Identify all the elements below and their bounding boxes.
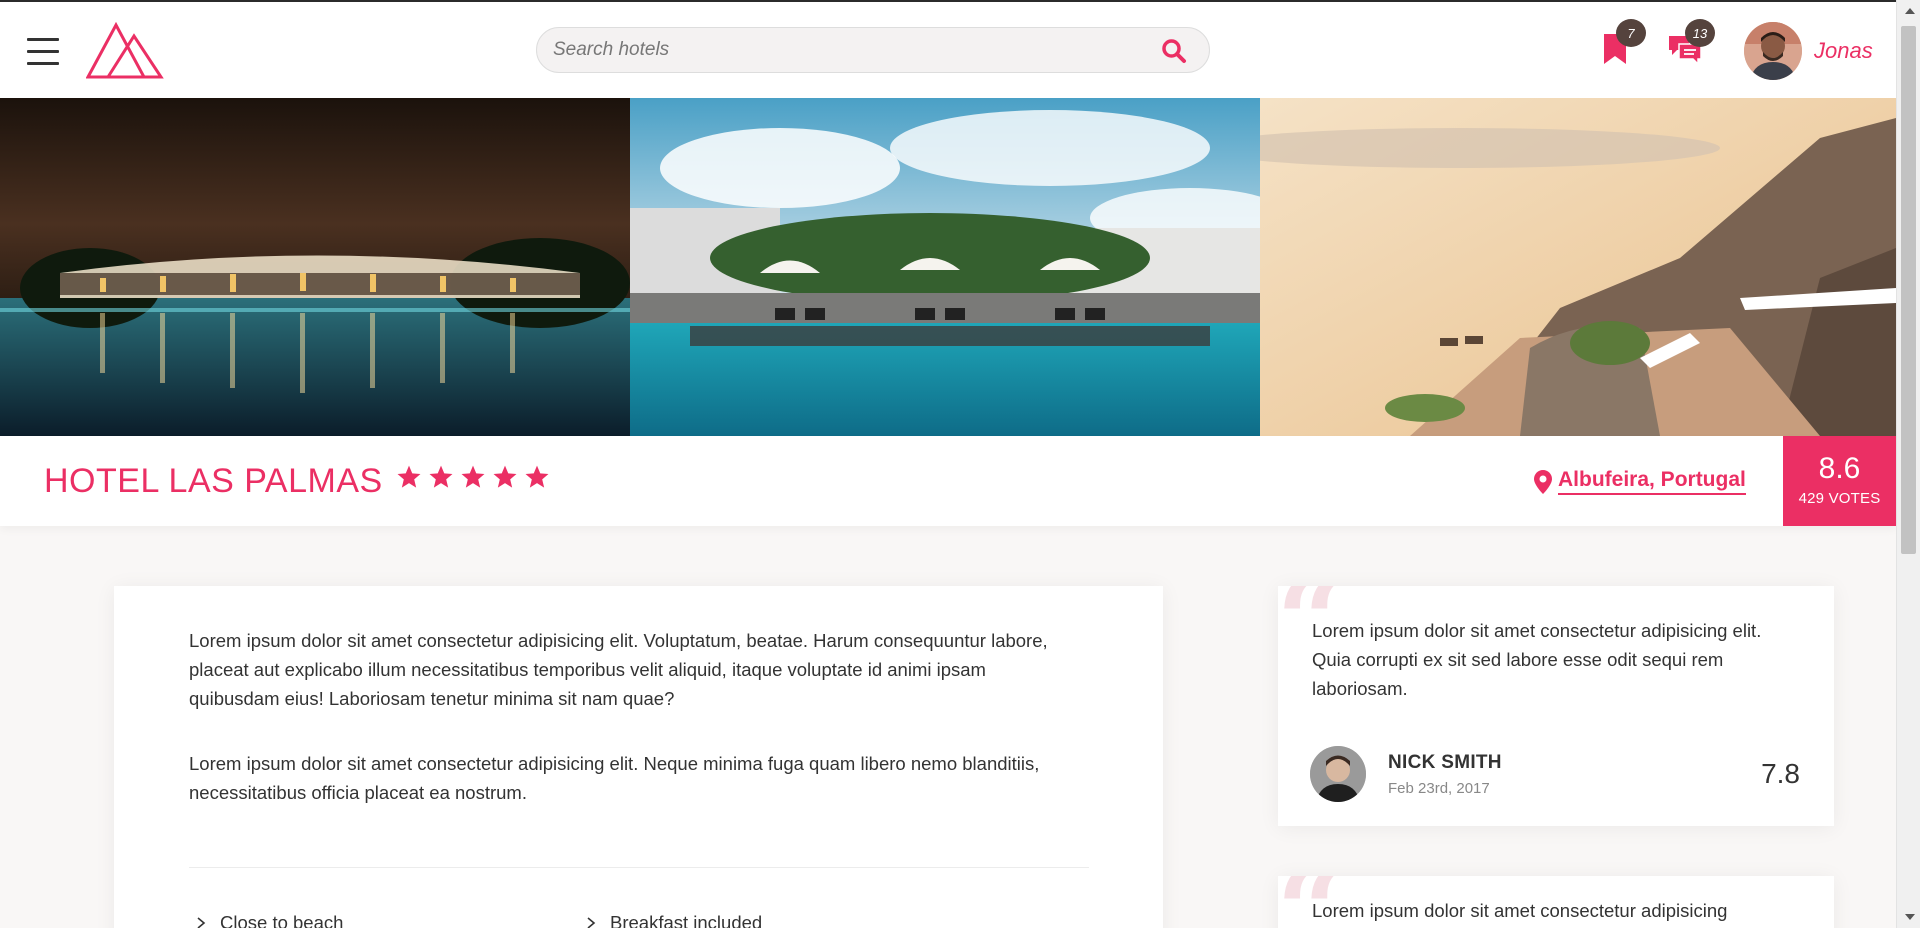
review-card: “ Lorem ipsum dolor sit amet consectetur…	[1278, 876, 1834, 928]
site-header: 7 13 Jonas	[0, 2, 1896, 98]
review-card: “ Lorem ipsum dolor sit amet consectetur…	[1278, 586, 1834, 826]
user-nav[interactable]: Jonas	[1744, 22, 1873, 80]
hotel-description: Lorem ipsum dolor sit amet consectetur a…	[114, 586, 1163, 928]
star-icon	[461, 465, 485, 488]
bookmarks-button[interactable]: 7	[1598, 19, 1646, 72]
user-name: Jonas	[1814, 38, 1873, 63]
hotel-stars	[396, 464, 550, 490]
reviewer-info: NICK SMITH Feb 23rd, 2017	[1388, 752, 1502, 797]
rating-box: 8.6 429 VOTES	[1783, 436, 1896, 526]
search-form	[536, 27, 1210, 73]
location-link[interactable]: Albufeira, Portugal	[1558, 468, 1746, 495]
search-input[interactable]	[537, 28, 1137, 72]
chevron-right-icon	[587, 917, 596, 928]
review-text: Lorem ipsum dolor sit amet consectetur a…	[1312, 900, 1728, 921]
hotel-name: HOTEL LAS PALMAS	[44, 462, 383, 500]
review-text: Lorem ipsum dolor sit amet consectetur a…	[1312, 620, 1762, 699]
rating-average: 8.6	[1818, 452, 1861, 485]
divider	[189, 867, 1089, 868]
feature-item: Close to beach	[194, 912, 584, 928]
description-paragraph: Lorem ipsum dolor sit amet consectetur a…	[189, 753, 1040, 803]
star-icon	[397, 465, 421, 488]
description-paragraph: Lorem ipsum dolor sit amet consectetur a…	[189, 630, 1048, 709]
hotel-location[interactable]: Albufeira, Portugal	[1534, 468, 1746, 495]
feature-label: Breakfast included	[610, 912, 763, 928]
reviewer-name: NICK SMITH	[1388, 751, 1502, 773]
rating-count: 429 VOTES	[1798, 490, 1881, 507]
review-rating: 7.8	[1761, 758, 1800, 789]
map-pin-icon	[1534, 469, 1552, 494]
messages-count-badge: 13	[1685, 19, 1715, 47]
hamburger-menu-icon[interactable]	[27, 38, 59, 66]
star-icon	[429, 465, 453, 488]
feature-label: Close to beach	[220, 912, 344, 928]
reviewer: NICK SMITH Feb 23rd, 2017 7.8	[1310, 746, 1800, 802]
hotel-pool-day-photo[interactable]	[630, 98, 1260, 436]
search-icon[interactable]	[1161, 38, 1187, 64]
hotel-overview: HOTEL LAS PALMAS Albufeira, Portugal 8.6…	[0, 436, 1896, 526]
bookmarks-count-badge: 7	[1616, 19, 1646, 47]
star-icon	[493, 465, 517, 488]
scroll-down-arrow-icon[interactable]	[1905, 914, 1915, 920]
chevron-right-icon	[197, 917, 206, 928]
scrollbar-thumb[interactable]	[1901, 26, 1916, 554]
feature-item: Breakfast included	[584, 912, 762, 928]
scroll-up-arrow-icon[interactable]	[1905, 8, 1915, 14]
review-date: Feb 23rd, 2017	[1388, 779, 1490, 797]
page-scrollbar[interactable]	[1896, 0, 1920, 928]
features-list: Close to beach Breakfast included	[194, 912, 762, 928]
triangles-logo-icon[interactable]	[86, 22, 164, 80]
cliff-terrace-sunset-photo[interactable]	[1260, 98, 1896, 436]
messages-button[interactable]: 13	[1667, 19, 1715, 72]
hotel-pool-night-photo[interactable]	[0, 98, 630, 436]
hotel-gallery	[0, 98, 1896, 436]
star-icon	[525, 465, 549, 488]
reviewer-avatar	[1310, 746, 1366, 802]
user-avatar	[1744, 22, 1802, 80]
